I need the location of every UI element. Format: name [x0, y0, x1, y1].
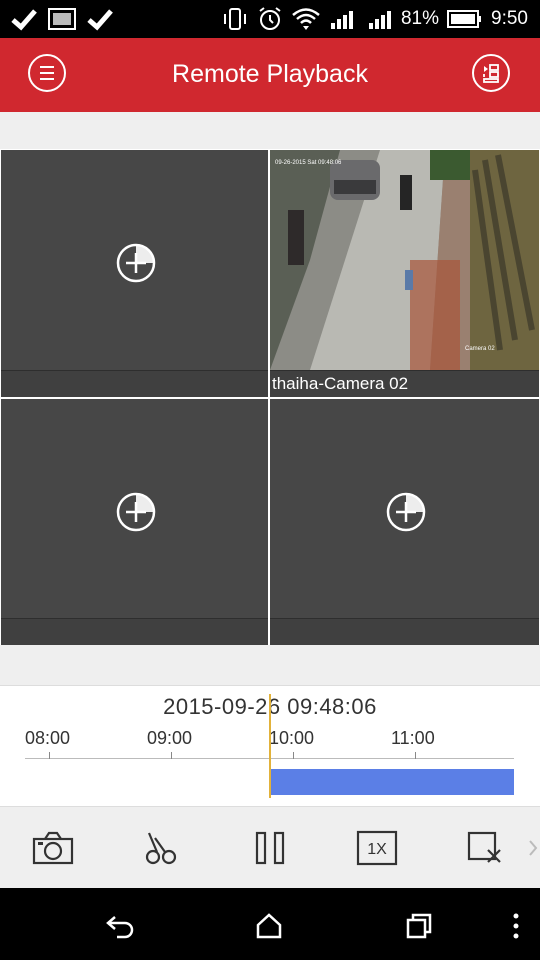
wifi-icon — [292, 8, 320, 30]
alarm-icon — [259, 7, 281, 30]
page-title: Remote Playback — [172, 60, 368, 88]
battery-percent: 81% — [400, 8, 440, 29]
playback-timeline[interactable]: 2015-09-26 09:48:06 08:00 09:00 10:00 11… — [0, 685, 540, 806]
recent-apps-icon — [406, 913, 432, 939]
camera-feed-image: 09-26-2015 Sat 09:48:06 Camera 02 — [270, 150, 539, 370]
speed-label: 1X — [367, 841, 387, 858]
video-tile-3[interactable] — [1, 399, 268, 645]
pause-button[interactable] — [244, 823, 296, 873]
video-grid: 09-26-2015 Sat 09:48:06 Camera 02 thaiha… — [0, 149, 540, 645]
recording-segment — [270, 769, 514, 795]
tile-label — [270, 618, 539, 645]
chevron-right-icon[interactable] — [528, 839, 538, 857]
clip-button[interactable] — [135, 823, 187, 873]
pause-icon — [255, 831, 285, 865]
home-button[interactable] — [249, 906, 289, 946]
tick-mark — [171, 752, 172, 759]
check-icon — [11, 9, 37, 31]
add-camera-icon[interactable] — [385, 491, 427, 533]
device-list-icon — [483, 64, 499, 83]
signal-icon — [368, 11, 391, 29]
battery-icon — [447, 10, 482, 28]
screenshot-button[interactable] — [27, 823, 79, 873]
camera-feed: 09-26-2015 Sat 09:48:06 Camera 02 — [270, 150, 539, 370]
add-camera-icon[interactable] — [115, 491, 157, 533]
check-icon — [87, 9, 113, 31]
system-nav-bar — [0, 888, 540, 960]
vibrate-icon — [223, 8, 246, 30]
speed-button[interactable]: 1X — [351, 823, 403, 873]
tile-label — [1, 370, 268, 397]
app-bar: Remote Playback — [0, 38, 540, 112]
feed-timestamp: 09-26-2015 Sat 09:48:06 — [275, 160, 342, 166]
video-tile-4[interactable] — [270, 399, 539, 645]
tick-label: 11:00 — [391, 728, 435, 748]
tick-label: 09:00 — [147, 728, 193, 748]
scissors-icon — [145, 832, 177, 865]
speed-1x-icon: 1X — [356, 830, 398, 866]
video-tile-2[interactable]: 09-26-2015 Sat 09:48:06 Camera 02 thaiha… — [270, 150, 539, 397]
add-camera-icon[interactable] — [115, 242, 157, 284]
tick-mark — [49, 752, 50, 759]
tile-label: thaiha-Camera 02 — [270, 370, 539, 397]
tick-mark — [293, 752, 294, 759]
playhead-cursor[interactable] — [269, 694, 271, 798]
recent-apps-button[interactable] — [399, 906, 439, 946]
feed-camera-name: Camera 02 — [465, 346, 495, 352]
device-list-button[interactable] — [472, 54, 510, 92]
image-notification-icon — [48, 8, 76, 30]
overflow-menu-button[interactable] — [496, 906, 536, 946]
playback-toolbar: 1X — [0, 806, 540, 889]
close-window-icon — [467, 831, 501, 863]
back-icon — [106, 916, 134, 939]
status-bar: 81% 9:50 — [0, 0, 540, 38]
more-vert-icon — [513, 913, 519, 939]
back-button[interactable] — [100, 906, 140, 946]
tick-label: 10:00 — [269, 728, 315, 748]
tile-label — [1, 618, 268, 645]
tick-label: 08:00 — [25, 728, 71, 748]
video-tile-1[interactable] — [1, 150, 268, 397]
camera-icon — [32, 831, 74, 865]
signal-icon — [330, 11, 353, 29]
tick-mark — [415, 752, 416, 759]
home-icon — [256, 913, 282, 939]
clock: 9:50 — [491, 8, 528, 29]
close-window-button[interactable] — [460, 823, 512, 873]
